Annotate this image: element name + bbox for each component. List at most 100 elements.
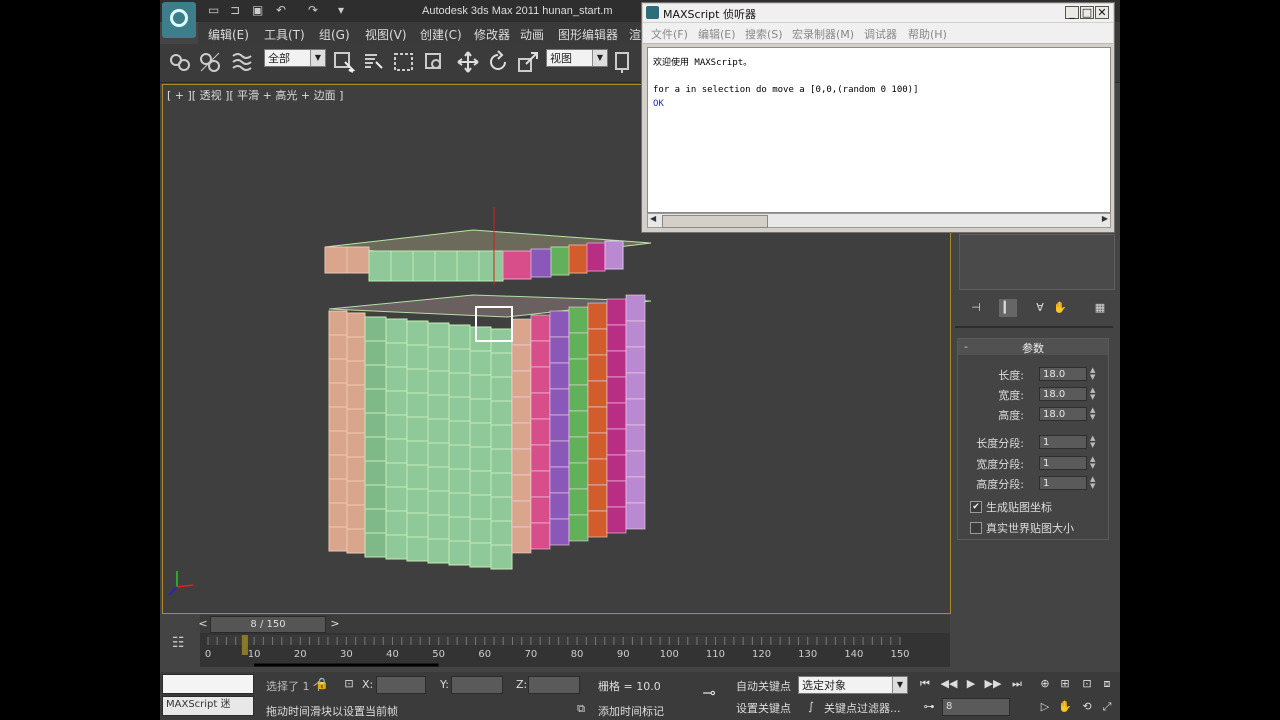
rollout-header[interactable]: - 参数 <box>958 339 1108 355</box>
zoom-extents-all-icon[interactable]: ⧈ <box>1098 675 1116 693</box>
real-world-map-checkbox[interactable] <box>970 522 982 534</box>
mini-curve-editor-icon[interactable]: ☷ <box>172 635 192 655</box>
box-cube[interactable] <box>328 406 348 432</box>
box-cube[interactable] <box>530 314 551 342</box>
box-cube[interactable] <box>511 422 532 450</box>
box-cube[interactable] <box>448 420 471 446</box>
time-slider[interactable]: 8 / 150 <box>210 616 326 633</box>
box-cube[interactable] <box>587 328 608 356</box>
current-frame-marker[interactable] <box>241 635 248 655</box>
lifted-top-layer[interactable] <box>324 229 652 282</box>
box-cube[interactable] <box>364 316 387 342</box>
box-cube[interactable] <box>346 504 366 530</box>
set-key-button[interactable]: 设置关键点 <box>736 700 791 716</box>
box-cube[interactable] <box>469 326 492 352</box>
height-segs-field[interactable]: 1 <box>1039 476 1087 490</box>
listener-menu-search[interactable]: 搜索(S) <box>745 26 783 42</box>
menu-create[interactable]: 创建(C) <box>420 26 462 43</box>
box-cube[interactable] <box>568 488 589 516</box>
go-to-start-icon[interactable]: ⏮ <box>916 675 934 693</box>
width-segs-field[interactable]: 1 <box>1039 456 1087 470</box>
pan-icon[interactable]: ✋ <box>1056 698 1074 716</box>
box-cube[interactable] <box>606 376 627 404</box>
box-cube[interactable] <box>364 508 387 534</box>
x-coordinate-field[interactable] <box>376 676 426 694</box>
length-segs-field[interactable]: 1 <box>1039 435 1087 449</box>
box-cube[interactable] <box>448 396 471 422</box>
box-cube[interactable] <box>530 340 551 368</box>
box-cube[interactable] <box>587 484 608 512</box>
close-button[interactable]: ✕ <box>1095 6 1109 19</box>
menu-view[interactable]: 视图(V) <box>365 26 407 43</box>
box-cube[interactable] <box>568 384 589 412</box>
field-of-view-icon[interactable]: ▷ <box>1036 698 1054 716</box>
box-cube[interactable] <box>346 312 366 338</box>
box-cube[interactable] <box>328 358 348 384</box>
maxscript-mini-listener[interactable]: MAXScript 迷 <box>162 696 254 716</box>
pivot-center-icon[interactable] <box>612 50 636 74</box>
menu-tools[interactable]: 工具(T) <box>264 26 305 43</box>
collapse-toggle-icon[interactable]: - <box>964 340 968 353</box>
box-cube[interactable] <box>511 474 532 502</box>
box-cube[interactable] <box>427 538 450 564</box>
box-cube[interactable] <box>385 438 408 464</box>
minimize-button[interactable]: _ <box>1065 6 1079 19</box>
box-cube[interactable] <box>385 414 408 440</box>
box-cube[interactable] <box>549 492 570 520</box>
bind-spacewarp-icon[interactable] <box>230 50 254 74</box>
box-cube[interactable] <box>490 496 513 522</box>
box-cube[interactable] <box>364 364 387 390</box>
scroll-left-icon[interactable]: ◀ <box>650 214 656 223</box>
width-spinner-icon[interactable]: ▲ ▼ <box>1090 387 1098 401</box>
box-cube[interactable] <box>346 384 366 410</box>
play-icon[interactable]: ▶ <box>962 675 980 693</box>
box-cube[interactable] <box>328 334 348 360</box>
box-cube[interactable] <box>625 320 646 348</box>
box-cube[interactable] <box>427 442 450 468</box>
box-cube[interactable] <box>427 322 450 348</box>
box-cube[interactable] <box>406 392 429 418</box>
box-cube[interactable] <box>568 410 589 438</box>
listener-menu-debugger[interactable]: 调试器 <box>864 26 897 42</box>
box-cube[interactable] <box>427 514 450 540</box>
box-cube[interactable] <box>448 324 471 350</box>
box-cube[interactable] <box>568 436 589 464</box>
length-field[interactable]: 18.0 <box>1039 367 1087 381</box>
box-cube[interactable] <box>469 470 492 496</box>
box-cube[interactable] <box>490 544 513 570</box>
select-by-name-icon[interactable] <box>362 50 386 74</box>
lock-selection-icon[interactable]: 🔒 <box>313 675 331 693</box>
box-cube[interactable] <box>346 528 366 554</box>
box-cube[interactable] <box>587 406 608 434</box>
box-cube[interactable] <box>406 368 429 394</box>
box-cube[interactable] <box>549 440 570 468</box>
box-cube[interactable] <box>511 370 532 398</box>
box-cube[interactable] <box>490 376 513 402</box>
box-cube[interactable] <box>346 408 366 434</box>
maximize-button[interactable]: □ <box>1080 6 1094 19</box>
active-modifier-icon[interactable]: ▎ <box>999 299 1017 317</box>
box-cube[interactable] <box>427 394 450 420</box>
zoom-extents-icon[interactable]: ⊡ <box>1078 675 1096 693</box>
height-segs-spinner-icon[interactable]: ▲ ▼ <box>1090 476 1098 490</box>
box-cube[interactable] <box>364 460 387 486</box>
box-cube[interactable] <box>549 414 570 442</box>
box-cube[interactable] <box>406 320 429 346</box>
listener-menu-file[interactable]: 文件(F) <box>651 26 688 42</box>
rectangle-selection-icon[interactable] <box>392 50 416 74</box>
box-cube[interactable] <box>385 366 408 392</box>
box-cube[interactable] <box>385 462 408 488</box>
box-cube[interactable] <box>346 336 366 362</box>
box-cube[interactable] <box>587 432 608 460</box>
box-cube[interactable] <box>490 472 513 498</box>
box-cube[interactable] <box>606 480 627 508</box>
box-cube[interactable] <box>549 518 570 546</box>
box-cube[interactable] <box>606 298 627 326</box>
box-cube[interactable] <box>511 448 532 476</box>
track-ruler[interactable]: 0 10 20 30 40 50 60 70 80 90 100 110 120 130 140 150 <box>200 633 950 667</box>
height-field[interactable]: 18.0 <box>1039 407 1087 421</box>
box-cube[interactable] <box>625 450 646 478</box>
box-cube[interactable] <box>606 428 627 456</box>
menu-group[interactable]: 组(G) <box>319 26 350 43</box>
listener-menu-macro-recorder[interactable]: 宏录制器(M) <box>792 26 854 42</box>
